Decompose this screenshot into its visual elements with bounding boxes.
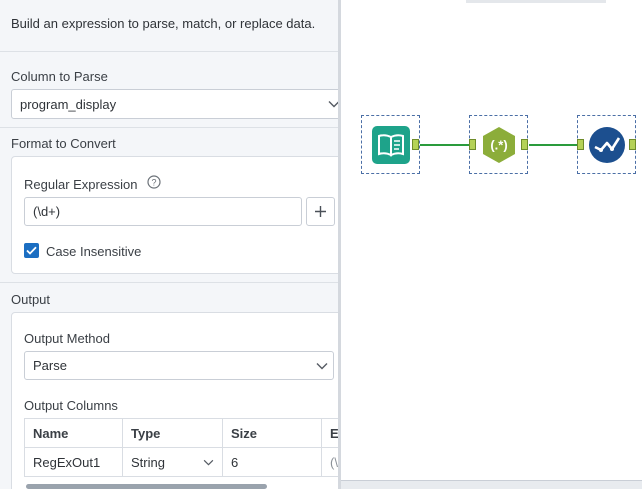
case-insensitive-checkbox[interactable] (24, 243, 39, 258)
output-anchor[interactable] (521, 139, 528, 150)
output-title: Output (11, 292, 51, 307)
browse-tool[interactable] (577, 115, 636, 174)
format-to-convert-card: Regular Expression ? (\d+) Case Insensit… (11, 156, 338, 274)
divider (0, 282, 338, 283)
add-expression-button[interactable] (306, 197, 335, 226)
output-method-label: Output Method (24, 331, 110, 346)
configuration-panel: Build an expression to parse, match, or … (0, 0, 338, 489)
svg-text:?: ? (151, 177, 156, 187)
input-anchor[interactable] (469, 139, 476, 150)
canvas-tab-strip (466, 0, 606, 3)
divider (0, 127, 338, 128)
table-row: RegExOut1 String 6 (\ (24, 447, 338, 477)
column-to-parse-value: program_display (20, 96, 117, 112)
connection-wire (529, 144, 579, 146)
connection-wire (420, 144, 470, 146)
info-icon[interactable]: ? (147, 175, 161, 189)
output-anchor[interactable] (629, 139, 636, 150)
horizontal-scrollbar[interactable] (26, 484, 267, 489)
output-columns-label: Output Columns (24, 398, 118, 413)
regex-label: Regular Expression (24, 177, 138, 192)
table-header-row: Name Type Size E (24, 418, 338, 448)
workflow-canvas[interactable] (341, 0, 642, 480)
chevron-down-icon (311, 352, 333, 379)
output-method-select[interactable]: Parse (24, 351, 334, 380)
book-icon (372, 126, 410, 164)
chevron-down-icon (203, 459, 214, 466)
canvas-scrollbar-track[interactable] (341, 480, 642, 489)
column-to-parse-select[interactable]: program_display (11, 89, 338, 119)
cell-type[interactable]: String (122, 447, 223, 477)
cell-extra[interactable]: (\ (321, 447, 338, 477)
output-columns-table: Name Type Size E RegExOut1 String 6 (\ (24, 418, 338, 477)
regex-icon: (.*) (483, 127, 515, 163)
column-header-type[interactable]: Type (122, 418, 223, 448)
format-to-convert-title: Format to Convert (11, 136, 116, 151)
panel-description: Build an expression to parse, match, or … (11, 16, 316, 31)
svg-text:(.*): (.*) (490, 138, 507, 153)
output-anchor[interactable] (412, 139, 419, 150)
plus-icon (315, 206, 326, 217)
checkmark-wave-icon (589, 127, 625, 163)
regex-input[interactable]: (\d+) (24, 197, 302, 226)
column-header-extra[interactable]: E (321, 418, 338, 448)
case-insensitive-label: Case Insensitive (46, 244, 142, 259)
checkmark-icon (26, 246, 37, 255)
regex-tool[interactable]: (.*) (469, 115, 528, 174)
input-anchor[interactable] (577, 139, 584, 150)
output-method-value: Parse (33, 358, 67, 373)
column-to-parse-title: Column to Parse (11, 69, 108, 84)
column-header-size[interactable]: Size (222, 418, 322, 448)
type-value: String (131, 454, 165, 470)
cell-name[interactable]: RegExOut1 (24, 447, 123, 477)
cell-size[interactable]: 6 (222, 447, 322, 477)
column-header-name[interactable]: Name (24, 418, 123, 448)
chevron-down-icon (324, 90, 338, 118)
divider (0, 51, 338, 52)
